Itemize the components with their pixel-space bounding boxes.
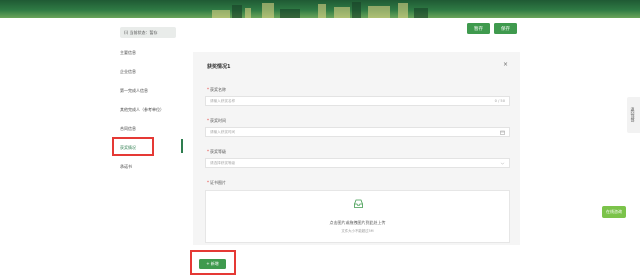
back-to-top-tab[interactable]: 返回顶部 [627, 97, 640, 133]
char-counter: 0 / 50 [494, 99, 505, 103]
nav-item-commitment[interactable]: 承诺书 [120, 164, 132, 170]
upload-instruction: 点击图片或拖拽图片到此处上传 [329, 220, 386, 225]
certificate-label: *证书图片 [207, 180, 226, 185]
nav-item-main-info[interactable]: 主要信息 [120, 50, 136, 56]
nav-item-other-persons[interactable]: 其他完成人（参考单位） [120, 107, 164, 113]
upload-hint: 文件大小不能超过5M [341, 229, 374, 233]
save-draft-button[interactable]: 暂存 [467, 23, 490, 34]
online-consult-button[interactable]: 在线咨询 [602, 206, 626, 218]
award-time-input[interactable]: 请输入获奖时间 [205, 127, 510, 137]
close-icon[interactable]: × [503, 61, 508, 68]
award-name-label: *获奖名称 [207, 87, 226, 92]
award-level-label: *获奖等级 [207, 149, 226, 154]
award-level-select[interactable]: 请选择获奖等级 [205, 158, 510, 168]
award-name-input[interactable]: 请输入获奖名称 0 / 50 [205, 96, 510, 106]
status-badge: (i) 当前状态：暂存 [120, 27, 176, 38]
nav-item-first-person[interactable]: 第一完成人信息 [120, 88, 148, 94]
annotation-highlight-add [190, 250, 236, 275]
certificate-upload-area[interactable]: 点击图片或拖拽图片到此处上传 文件大小不能超过5M [205, 190, 510, 243]
inbox-upload-icon [354, 199, 363, 208]
nav-item-company-info[interactable]: 企业信息 [120, 69, 136, 75]
submit-button[interactable]: 保存 [494, 23, 517, 34]
nav-item-contract-info[interactable]: 合同信息 [120, 126, 136, 132]
award-time-label: *获奖时间 [207, 118, 226, 123]
nav-active-indicator [181, 139, 183, 153]
header-banner [0, 0, 640, 18]
chevron-down-icon [500, 162, 505, 165]
annotation-highlight-nav [112, 137, 154, 156]
status-text: (i) 当前状态：暂存 [124, 29, 158, 35]
award-card-title: 获奖情况1 [207, 64, 231, 70]
calendar-icon [500, 130, 505, 135]
